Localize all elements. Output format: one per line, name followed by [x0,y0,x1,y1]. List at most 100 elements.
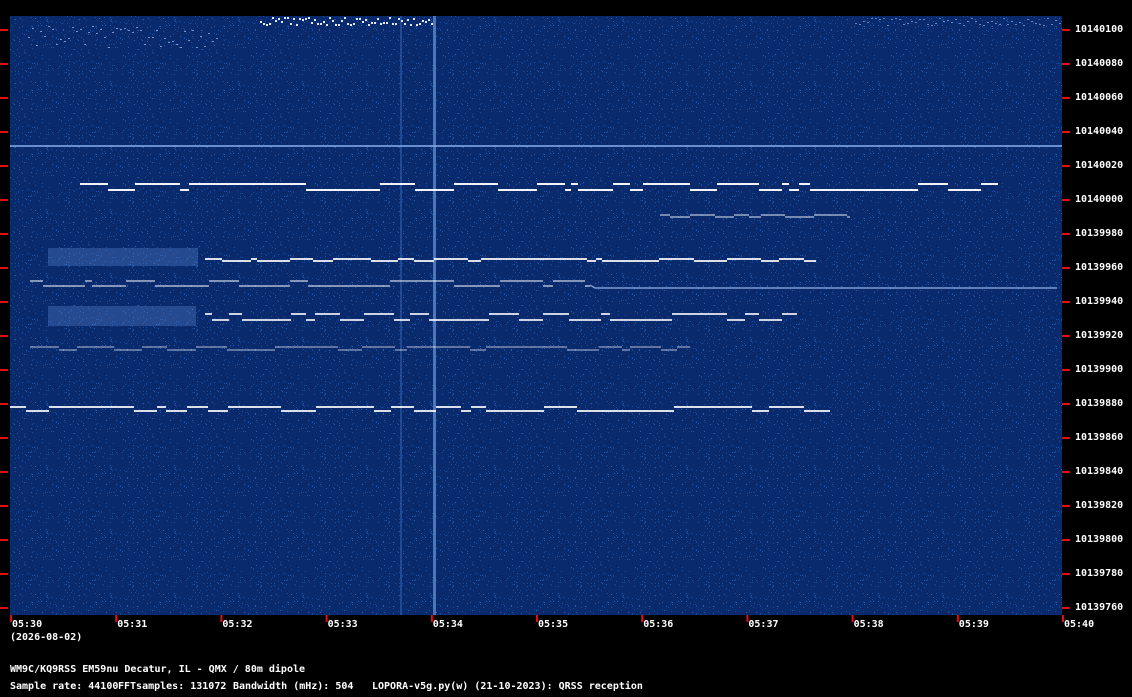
noise-burst [284,17,286,19]
signal-trace [643,183,657,185]
signal-trace [553,313,569,315]
signal-trace [918,183,948,185]
signal-trace [486,346,506,348]
signal-trace [948,189,956,191]
frequency-tick-right [1062,97,1070,99]
fft-samples-info: FFTsamples: 131072 [118,681,227,692]
signal-trace [344,258,371,260]
noise-burst [132,32,134,33]
signal-trace [441,258,468,260]
noise-burst [939,18,941,19]
noise-burst [208,33,210,34]
frequency-tick-left [0,607,8,609]
signal-trace [331,346,338,348]
signal-trace [367,189,380,191]
time-label: 05:32 [222,619,253,630]
bandwidth-info: Bandwidth (mHz): 504 [233,681,354,692]
noise-burst [398,18,400,20]
noise-burst [344,17,346,19]
noise-burst [1055,20,1057,21]
signal-trace [205,346,227,348]
noise-burst [975,21,977,22]
signal-trace [429,319,459,321]
signal-trace [114,349,142,351]
signal-trace [291,313,306,315]
noise-burst [431,23,433,25]
noise-burst [317,23,319,25]
signal-trace [660,214,670,216]
frequency-tick-right [1062,573,1070,575]
signal-trace [554,406,577,408]
date-label: (2026-08-02) [10,632,83,643]
noise-burst [422,20,424,22]
noise-burst [196,47,198,48]
noise-burst [84,44,86,45]
signal-trace [290,258,313,260]
signal-trace [391,406,414,408]
signal-trace [620,260,651,262]
time-label: 05:34 [432,619,463,630]
noise-burst [184,31,186,32]
waterfall-spectrogram [0,16,1070,622]
signal-trace [844,189,879,191]
signal-trace [585,285,590,287]
frequency-tick-right [1062,403,1070,405]
noise-burst [44,36,46,37]
signal-trace [749,216,761,218]
noise-burst [887,25,889,26]
frequency-tick-right [1062,505,1070,507]
signal-trace [108,189,135,191]
noise-burst [999,24,1001,25]
noise-burst [40,31,42,32]
signal-trace [313,260,333,262]
noise-burst [979,24,981,25]
signal-trace [85,280,92,282]
frequency-tick-right [1062,607,1070,609]
noise-burst [1059,23,1061,24]
noise-burst [281,21,283,23]
noise-burst [128,30,130,31]
noise-burst [329,17,331,19]
signal-trace [454,285,475,287]
signal-trace [434,258,441,260]
noise-burst [947,20,949,21]
signal-trace [239,285,273,287]
signal-trace [522,346,538,348]
signal-trace [164,183,171,185]
signal-trace [180,189,189,191]
signal-trace [251,258,257,260]
signal-trace [613,183,630,185]
signal-trace [338,349,362,351]
signal-trace [390,280,399,282]
signal-trace [374,410,391,412]
signal-trace [847,216,850,218]
noise-burst [116,28,118,29]
noise-burst [919,19,921,20]
time-label: 05:30 [12,619,43,630]
signal-trace [406,183,415,185]
signal-trace [499,313,519,315]
frequency-tick-left [0,63,8,65]
station-info: WM9C/KQ9RSS EM59nu Decatur, IL - QMX / 8… [10,664,306,675]
signal-trace [414,260,434,262]
noise-burst [302,19,304,21]
frequency-tick-left [0,471,8,473]
signal-trace [205,313,212,315]
signal-trace [879,189,912,191]
signal-trace [212,319,229,321]
frequency-tick-right [1062,301,1070,303]
signal-trace [394,319,410,321]
signal-trace [242,319,255,321]
noise-burst [879,19,881,20]
noise-burst [871,18,873,19]
frequency-label: 10139920 [1075,330,1124,341]
frequency-tick-left [0,403,8,405]
noise-burst [275,20,277,22]
signal-trace [43,285,50,287]
signal-trace [398,258,414,260]
signal-trace [248,183,273,185]
noise-burst [1015,24,1017,25]
noise-burst [955,19,957,20]
signal-trace [552,258,569,260]
signal-trace [544,406,554,408]
